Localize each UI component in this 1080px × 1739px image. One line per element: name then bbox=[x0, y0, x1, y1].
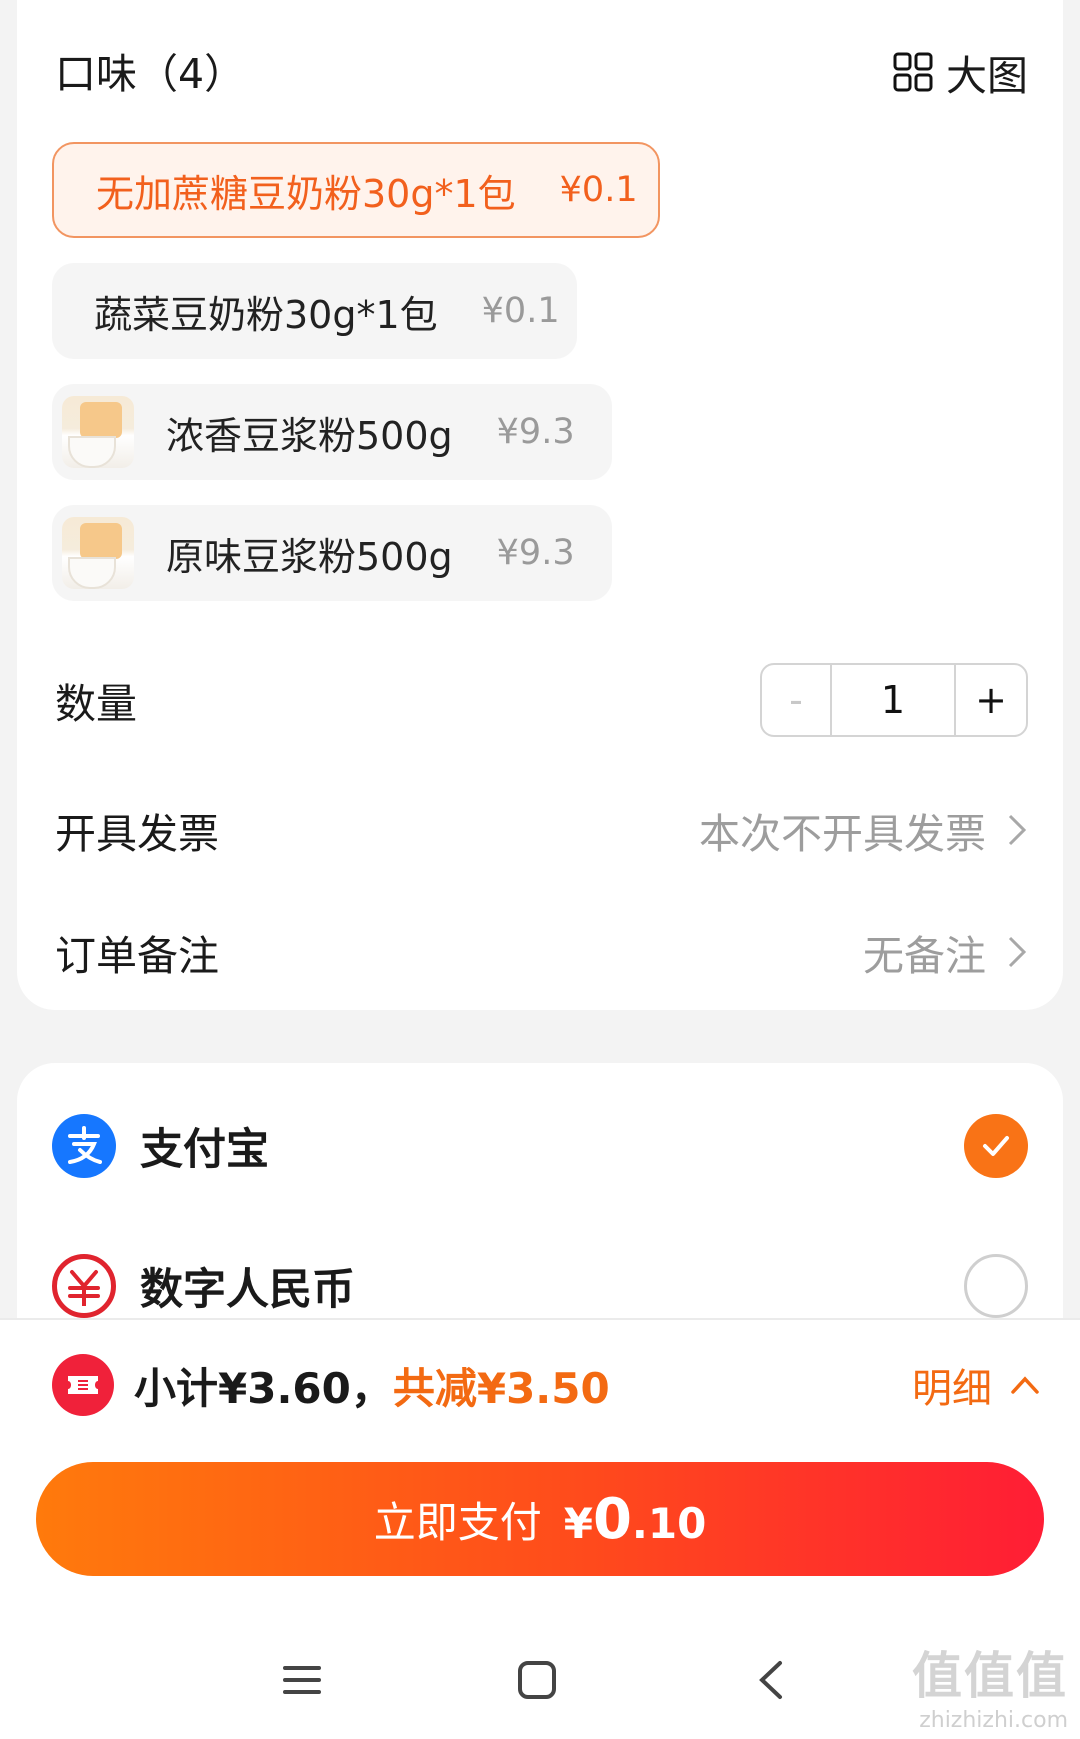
pay-now-label: 立即支付 bbox=[373, 1497, 542, 1547]
pay-amount-integer: 0 bbox=[592, 1486, 632, 1552]
check-icon bbox=[983, 1136, 1009, 1156]
flavor-header: 口味（4） bbox=[55, 50, 246, 98]
chevron-right-icon bbox=[1008, 814, 1027, 846]
quantity-input[interactable]: 1 bbox=[832, 665, 956, 735]
home-icon[interactable] bbox=[517, 1660, 557, 1700]
checkout-bar: 小计¥3.60， 共减¥3.50 明细 立即支付 ¥0.10 值值值 zhizh… bbox=[0, 1318, 1080, 1739]
back-icon[interactable] bbox=[756, 1660, 786, 1700]
flavor-option-price: ¥9.3 bbox=[496, 412, 575, 452]
payment-method-ecny[interactable]: 数字人民币 bbox=[52, 1251, 1028, 1321]
flavor-option-name: 蔬菜豆奶粉30g*1包 bbox=[94, 292, 438, 337]
flavor-option[interactable]: 浓香豆浆粉500g ¥9.3 bbox=[52, 384, 612, 480]
quantity-label: 数量 bbox=[55, 680, 137, 728]
flavor-option-price: ¥0.1 bbox=[481, 291, 560, 331]
big-image-toggle[interactable]: 大图 bbox=[892, 42, 1028, 102]
flavor-option[interactable]: 无加蔗糖豆奶粉30g*1包 ¥0.1 bbox=[52, 142, 660, 238]
chevron-up-icon bbox=[1011, 1376, 1039, 1394]
watermark: 值值值 zhizhizhi.com bbox=[912, 1636, 1068, 1733]
quantity-row: 数量 - 1 + bbox=[55, 662, 1028, 738]
discount-text: 共减¥3.50 bbox=[392, 1363, 610, 1413]
flavor-option-name: 原味豆浆粉500g bbox=[166, 534, 453, 579]
flavor-option-name: 浓香豆浆粉500g bbox=[166, 413, 453, 458]
detail-toggle[interactable]: 明细 bbox=[912, 1356, 1040, 1414]
summary-row: 小计¥3.60， 共减¥3.50 明细 bbox=[52, 1354, 1040, 1416]
pay-amount: ¥0.10 bbox=[564, 1487, 707, 1552]
remark-value: 无备注 bbox=[863, 932, 986, 980]
invoice-row[interactable]: 开具发票 本次不开具发票 bbox=[55, 800, 1028, 860]
product-thumbnail bbox=[62, 396, 134, 468]
menu-icon[interactable] bbox=[282, 1660, 322, 1700]
big-image-label: 大图 bbox=[946, 52, 1028, 100]
pay-amount-decimal: .10 bbox=[631, 1498, 707, 1548]
flavor-option-price: ¥0.1 bbox=[559, 170, 638, 210]
pay-currency: ¥ bbox=[563, 1498, 593, 1548]
detail-label: 明细 bbox=[912, 1366, 992, 1412]
payment-method-name: 数字人民币 bbox=[140, 1265, 355, 1315]
invoice-value: 本次不开具发票 bbox=[699, 810, 986, 858]
flavor-option-name: 无加蔗糖豆奶粉30g*1包 bbox=[96, 171, 516, 216]
watermark-logo: 值值值 bbox=[912, 1647, 1068, 1705]
watermark-site: zhizhizhi.com bbox=[919, 1708, 1068, 1733]
flavor-option-price: ¥9.3 bbox=[496, 533, 575, 573]
product-thumbnail bbox=[62, 517, 134, 589]
payment-method-name: 支付宝 bbox=[140, 1125, 269, 1175]
flavor-option[interactable]: 蔬菜豆奶粉30g*1包 ¥0.1 bbox=[52, 263, 577, 359]
decrement-button[interactable]: - bbox=[762, 665, 832, 735]
alipay-icon bbox=[52, 1114, 116, 1178]
invoice-label: 开具发票 bbox=[55, 810, 219, 858]
ecny-icon bbox=[52, 1254, 116, 1318]
increment-button[interactable]: + bbox=[956, 665, 1026, 735]
coupon-icon bbox=[52, 1354, 114, 1416]
payment-method-alipay[interactable]: 支付宝 bbox=[52, 1111, 1028, 1181]
flavor-option[interactable]: 原味豆浆粉500g ¥9.3 bbox=[52, 505, 612, 601]
subtotal-text: 小计¥3.60， bbox=[134, 1363, 393, 1413]
quantity-stepper: - 1 + bbox=[760, 663, 1028, 737]
remark-row[interactable]: 订单备注 无备注 bbox=[55, 922, 1028, 982]
radio-unselected[interactable] bbox=[964, 1254, 1028, 1318]
chevron-right-icon bbox=[1008, 936, 1027, 968]
remark-label: 订单备注 bbox=[55, 932, 219, 980]
grid-icon bbox=[893, 52, 933, 92]
pay-now-button[interactable]: 立即支付 ¥0.10 bbox=[36, 1462, 1044, 1576]
radio-selected[interactable] bbox=[964, 1114, 1028, 1178]
